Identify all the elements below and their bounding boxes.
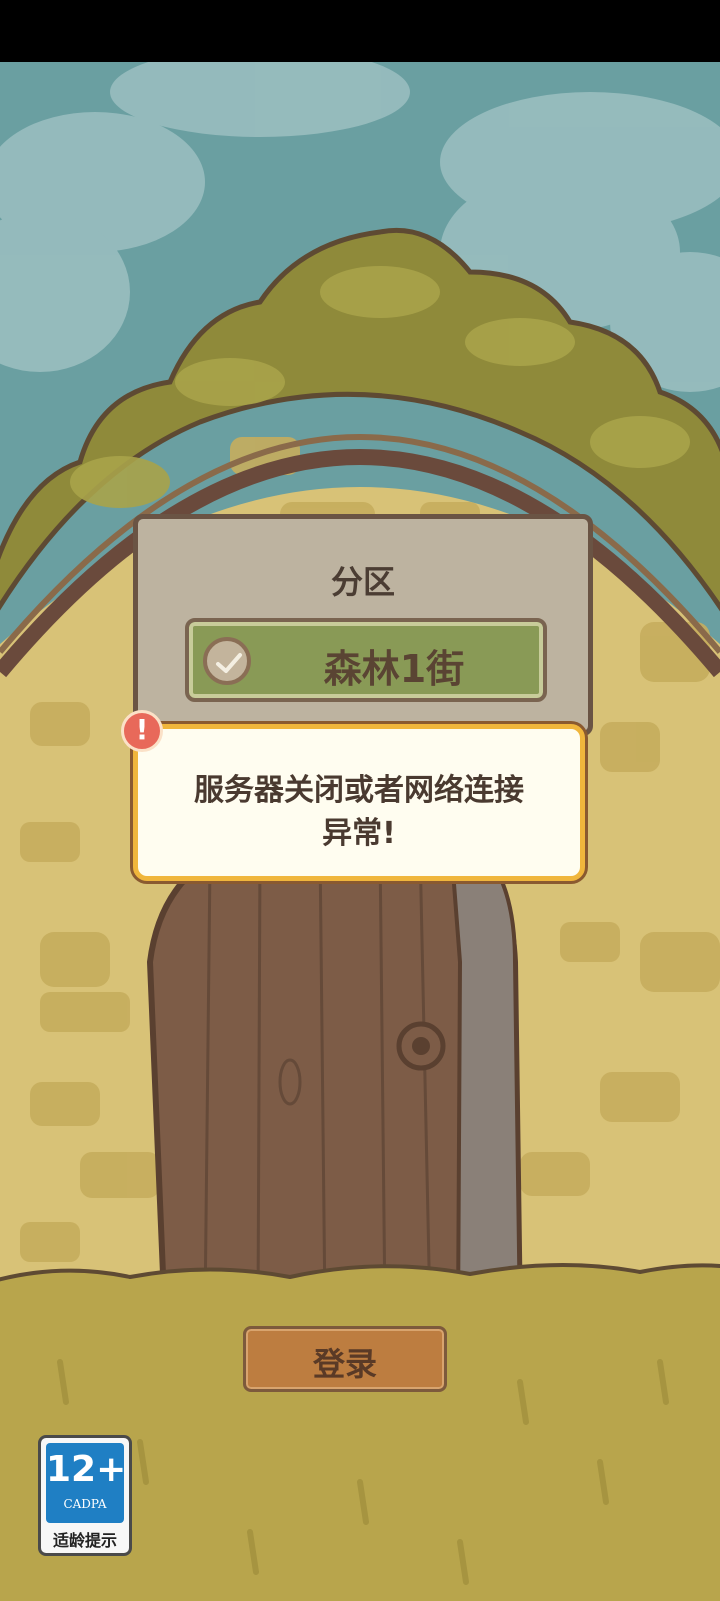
- login-button[interactable]: 登录: [243, 1326, 447, 1392]
- age-rating-org: CADPA: [63, 1497, 107, 1511]
- checkmark-icon: [203, 637, 251, 685]
- server-name: 森林1街: [323, 647, 465, 691]
- age-rating-caption: 适龄提示: [52, 1531, 117, 1550]
- game-screen: 分区 森林1街 服务器关闭或者网络连接 异常! ! 登录 12+ CADPA 适…: [0, 0, 720, 1601]
- age-rating-number: 12+: [46, 1449, 127, 1490]
- age-rating-badge[interactable]: 12+ CADPA 适龄提示: [38, 1435, 132, 1556]
- status-bar: [0, 0, 720, 62]
- error-message-line2: 异常!: [322, 816, 396, 851]
- login-label: 登录: [312, 1345, 377, 1383]
- partition-panel: 分区 森林1街: [133, 514, 593, 736]
- error-message-line1: 服务器关闭或者网络连接: [194, 773, 524, 808]
- partition-title: 分区: [330, 563, 395, 601]
- wooden-door: [146, 829, 524, 1325]
- error-message: 服务器关闭或者网络连接 异常!: [158, 769, 560, 855]
- server-select-button[interactable]: 森林1街: [185, 618, 547, 702]
- error-dialog: 服务器关闭或者网络连接 异常!: [133, 724, 585, 881]
- age-rating-panel: 12+ CADPA: [46, 1443, 127, 1523]
- alert-icon: !: [121, 710, 163, 752]
